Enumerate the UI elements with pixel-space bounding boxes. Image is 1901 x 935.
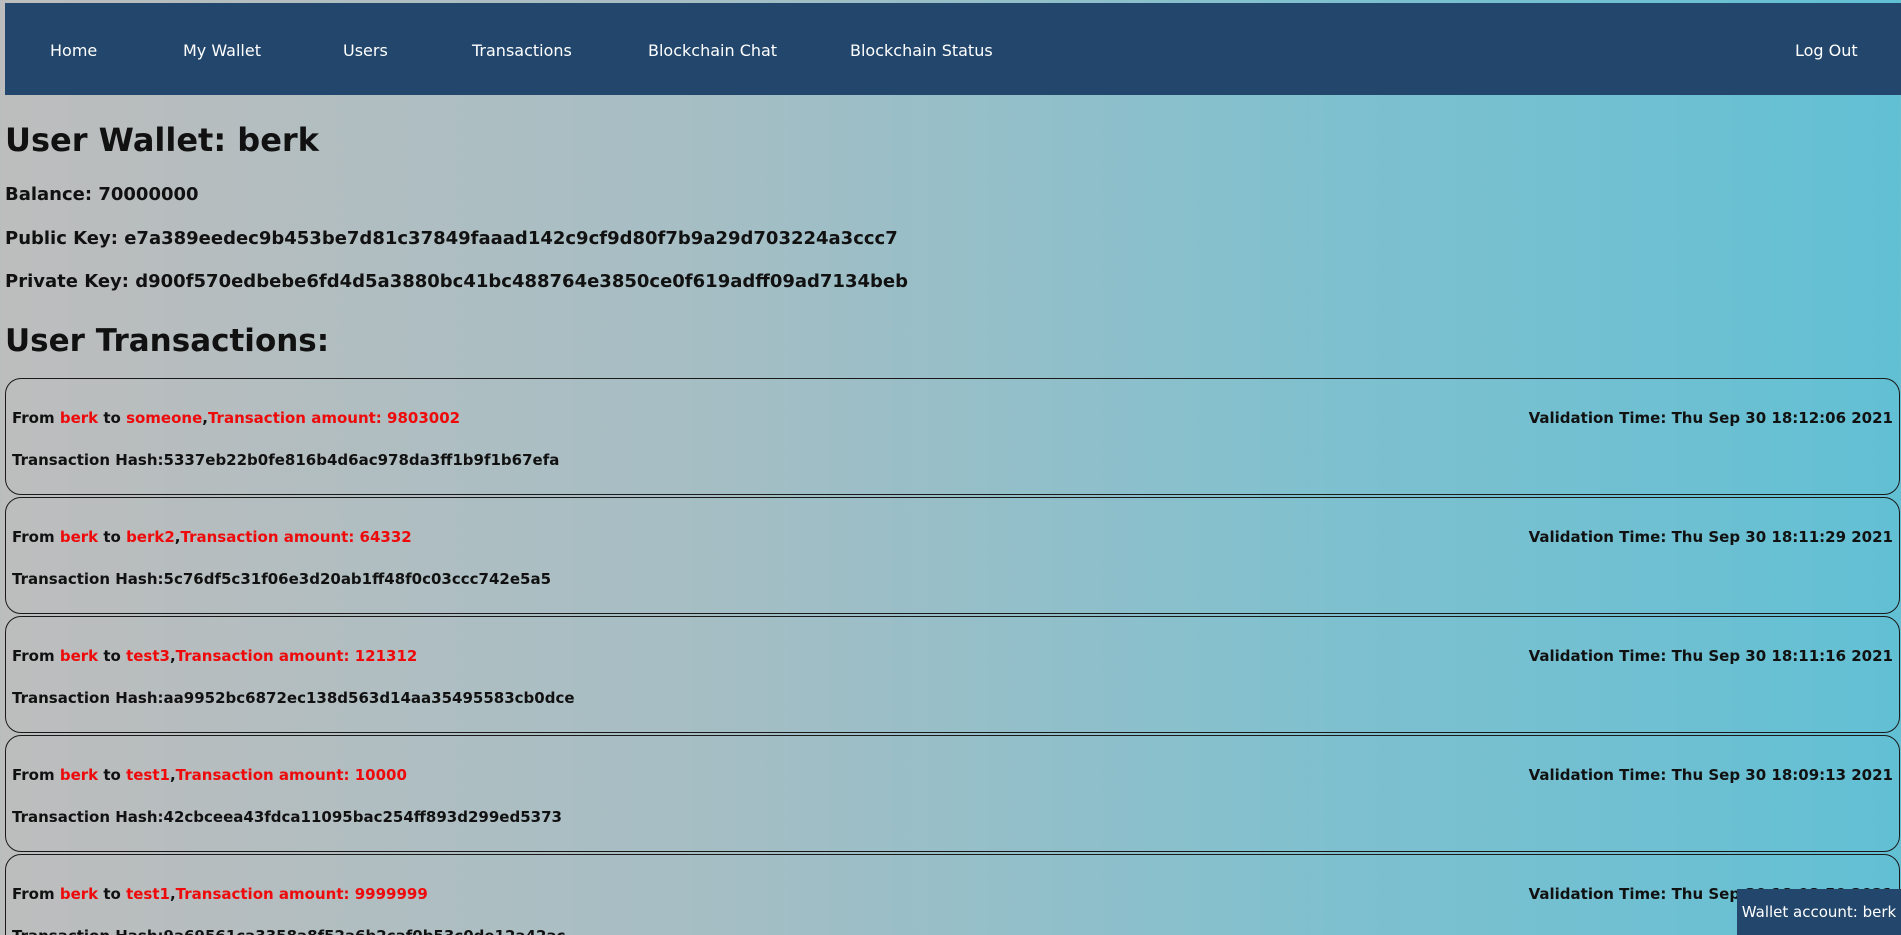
receiver-name: test1 <box>126 766 170 784</box>
to-label: to <box>98 647 127 665</box>
to-label: to <box>98 766 127 784</box>
sender-name: berk <box>59 647 99 665</box>
receiver-name: berk2 <box>126 528 175 546</box>
from-label: From <box>12 766 60 784</box>
transaction-card: From berk to test1,Transaction amount: 1… <box>5 735 1900 852</box>
transaction-hash: Transaction Hash:9a69561ca3358a8f52a6b2c… <box>12 927 565 935</box>
from-label: From <box>12 647 60 665</box>
transaction-card: From berk to test3,Transaction amount: 1… <box>5 616 1900 733</box>
transaction-summary: From berk to someone,Transaction amount:… <box>12 409 460 427</box>
receiver-name: test3 <box>126 647 170 665</box>
transaction-amount: Transaction amount: 121312 <box>175 647 418 665</box>
receiver-name: someone <box>126 409 203 427</box>
transaction-amount: Transaction amount: 64332 <box>180 528 412 546</box>
sender-name: berk <box>59 528 99 546</box>
wallet-account-badge: Wallet account: berk <box>1737 889 1901 935</box>
transaction-summary: From berk to test3,Transaction amount: 1… <box>12 647 417 665</box>
transaction-amount: Transaction amount: 9999999 <box>175 885 428 903</box>
transaction-card: From berk to berk2,Transaction amount: 6… <box>5 497 1900 614</box>
receiver-name: test1 <box>126 885 170 903</box>
validation-time: Validation Time: Thu Sep 30 18:11:16 202… <box>1528 647 1893 665</box>
sender-name: berk <box>59 766 99 784</box>
public-key-text: Public Key: e7a389eedec9b453be7d81c37849… <box>5 228 898 249</box>
transaction-hash: Transaction Hash:42cbceea43fdca11095bac2… <box>12 808 562 826</box>
transaction-amount: Transaction amount: 10000 <box>175 766 407 784</box>
sender-name: berk <box>59 409 99 427</box>
transaction-list: From berk to someone,Transaction amount:… <box>5 378 1901 935</box>
transaction-card: From berk to test1,Transaction amount: 9… <box>5 854 1900 935</box>
nav-blockchain-status[interactable]: Blockchain Status <box>850 41 993 60</box>
page: Home My Wallet Users Transactions Blockc… <box>5 3 1901 935</box>
transaction-summary: From berk to berk2,Transaction amount: 6… <box>12 528 412 546</box>
nav-my-wallet[interactable]: My Wallet <box>183 41 261 60</box>
transaction-card: From berk to someone,Transaction amount:… <box>5 378 1900 495</box>
validation-time: Validation Time: Thu Sep 30 18:12:06 202… <box>1528 409 1893 427</box>
to-label: to <box>98 528 127 546</box>
to-label: to <box>98 885 127 903</box>
transaction-hash: Transaction Hash:5c76df5c31f06e3d20ab1ff… <box>12 570 552 588</box>
sender-name: berk <box>59 885 99 903</box>
transaction-summary: From berk to test1,Transaction amount: 9… <box>12 885 428 903</box>
page-title: User Wallet: berk <box>5 121 319 159</box>
nav-users[interactable]: Users <box>343 41 388 60</box>
validation-time: Validation Time: Thu Sep 30 18:09:13 202… <box>1528 766 1893 784</box>
nav-transactions[interactable]: Transactions <box>472 41 572 60</box>
private-key-text: Private Key: d900f570edbebe6fd4d5a3880bc… <box>5 271 908 292</box>
balance-text: Balance: 70000000 <box>5 184 199 205</box>
from-label: From <box>12 409 60 427</box>
from-label: From <box>12 528 60 546</box>
transaction-summary: From berk to test1,Transaction amount: 1… <box>12 766 407 784</box>
transaction-hash: Transaction Hash:5337eb22b0fe816b4d6ac97… <box>12 451 560 469</box>
transaction-hash: Transaction Hash:aa9952bc6872ec138d563d1… <box>12 689 575 707</box>
nav-home[interactable]: Home <box>50 41 97 60</box>
top-navbar: Home My Wallet Users Transactions Blockc… <box>5 3 1901 95</box>
validation-time: Validation Time: Thu Sep 30 18:11:29 202… <box>1528 528 1893 546</box>
transactions-heading: User Transactions: <box>5 323 330 359</box>
to-label: to <box>98 409 127 427</box>
from-label: From <box>12 885 60 903</box>
nav-blockchain-chat[interactable]: Blockchain Chat <box>648 41 777 60</box>
transaction-amount: Transaction amount: 9803002 <box>207 409 461 427</box>
nav-logout[interactable]: Log Out <box>1795 41 1858 60</box>
